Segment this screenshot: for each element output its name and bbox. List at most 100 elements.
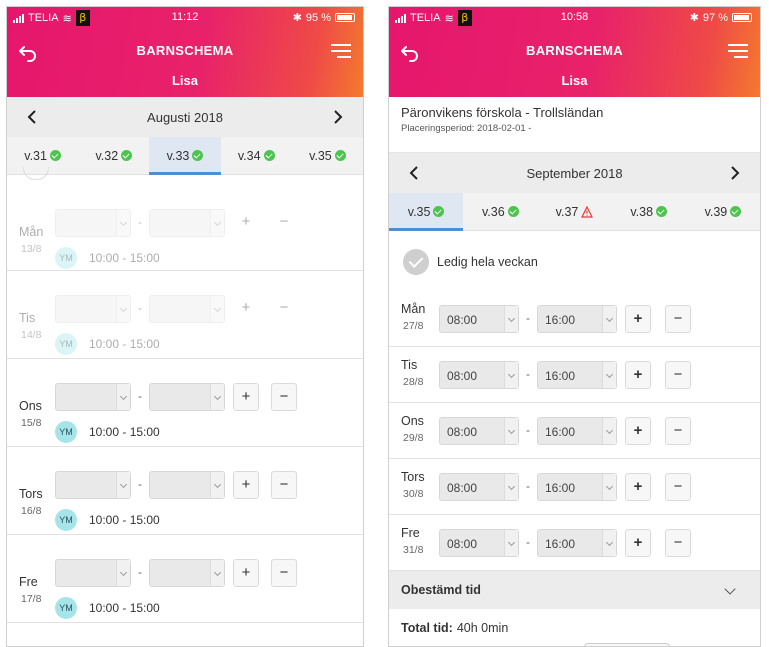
week-tab[interactable]: v.35 — [292, 137, 363, 174]
start-time-select[interactable] — [55, 295, 131, 323]
scroll-remnant — [7, 167, 363, 183]
chevron-left-icon[interactable] — [405, 163, 423, 183]
free-week-toggle[interactable]: Ledig hela veckan — [389, 231, 760, 291]
menu-icon[interactable] — [728, 43, 748, 59]
end-time-select[interactable] — [149, 559, 225, 587]
avatar: YM — [55, 247, 77, 269]
week-tab[interactable]: v.35 — [389, 193, 464, 231]
start-time-select[interactable]: 08:00 — [439, 473, 519, 501]
scheduled-time: 10:00 - 15:00 — [89, 513, 160, 527]
avatar: YM — [55, 333, 77, 355]
check-circle-icon — [192, 150, 204, 161]
save-button[interactable] — [584, 643, 670, 646]
remove-time-button[interactable]: − — [271, 471, 297, 499]
add-time-button[interactable]: + — [625, 417, 651, 445]
day-row: Fre 31/8 08:00 - 16:00 + − — [389, 515, 760, 571]
day-date: 16/8 — [21, 505, 42, 517]
month-navigator: September 2018 — [389, 153, 760, 193]
add-time-button[interactable]: + — [625, 529, 651, 557]
day-row: Tors 16/8 - + − YM 10:00 - 15:00 — [7, 447, 363, 535]
select-value: 16:00 — [545, 425, 576, 439]
month-navigator: Augusti 2018 — [7, 97, 363, 137]
chevron-left-icon[interactable] — [23, 107, 41, 127]
remove-time-button[interactable]: − — [665, 529, 691, 557]
end-time-select[interactable]: 16:00 — [537, 529, 617, 557]
day-list: Mån 27/8 08:00-16:00 + − Tis 28/8 08:00-16:00 + −… — [389, 291, 760, 571]
start-time-select[interactable]: 08:00 — [439, 305, 519, 333]
add-time-button[interactable]: + — [233, 559, 259, 587]
day-name: Tors — [19, 487, 43, 501]
chevron-down-icon — [602, 530, 616, 556]
start-time-select[interactable] — [55, 559, 131, 587]
time-separator: - — [138, 477, 142, 491]
week-label: v.33 — [166, 148, 190, 163]
end-time-select[interactable]: 16:00 — [537, 417, 617, 445]
end-time-select[interactable]: 16:00 — [537, 473, 617, 501]
remove-time-button[interactable]: − — [665, 305, 691, 333]
scheduled-time: 10:00 - 15:00 — [89, 337, 160, 351]
week-tab[interactable]: v.34 — [221, 137, 292, 174]
month-label: September 2018 — [526, 165, 623, 181]
remove-time-button[interactable]: − — [271, 209, 297, 237]
day-row-content: Tors 16/8 - + − YM 10:00 - 15:00 — [7, 447, 363, 534]
end-time-select[interactable] — [149, 295, 225, 323]
menu-icon[interactable] — [331, 43, 351, 59]
add-time-button[interactable]: + — [233, 295, 259, 323]
week-tab[interactable]: v.32 — [78, 137, 149, 174]
week-tab[interactable]: v.37 — [537, 193, 611, 230]
end-time-select[interactable]: 16:00 — [537, 361, 617, 389]
end-time-select[interactable] — [149, 209, 225, 237]
start-time-select[interactable]: 08:00 — [439, 417, 519, 445]
add-time-button[interactable]: + — [233, 209, 259, 237]
add-time-button[interactable]: + — [233, 471, 259, 499]
battery-percent: 97 % — [702, 11, 728, 24]
end-time-select[interactable] — [149, 383, 225, 411]
check-circle-icon — [49, 150, 61, 161]
start-time-select[interactable] — [55, 471, 131, 499]
select-value: 16:00 — [545, 369, 576, 383]
remove-time-button[interactable]: − — [665, 473, 691, 501]
child-name[interactable]: Lisa — [7, 73, 363, 88]
day-row: Mån 27/8 08:00 - 16:00 + − — [389, 291, 760, 347]
add-time-button[interactable]: + — [625, 473, 651, 501]
time-separator: - — [526, 479, 530, 493]
add-time-button[interactable]: + — [625, 305, 651, 333]
week-tab[interactable]: v.38 — [612, 193, 686, 230]
week-tab[interactable]: v.39 — [686, 193, 760, 230]
chevron-right-icon[interactable] — [329, 107, 347, 127]
start-time-select[interactable]: 08:00 — [439, 361, 519, 389]
remove-time-button[interactable]: − — [665, 361, 691, 389]
day-name: Fre — [19, 575, 38, 589]
time-separator: - — [526, 367, 530, 381]
week-tab[interactable]: v.33 — [149, 137, 221, 175]
day-date: 17/8 — [21, 593, 42, 605]
chevron-down-icon[interactable] — [724, 583, 736, 595]
remove-time-button[interactable]: − — [271, 383, 297, 411]
time-separator: - — [526, 423, 530, 437]
remove-time-button[interactable]: − — [271, 295, 297, 323]
chevron-down-icon — [504, 306, 518, 332]
check-circle-icon[interactable] — [403, 249, 429, 275]
check-circle-icon — [263, 150, 275, 161]
placement-period: Placeringsperiod: 2018-02-01 - — [401, 123, 532, 134]
chevron-right-icon[interactable] — [726, 163, 744, 183]
phone-screen-left: TELIA ≋ β 11:12 ✱ 95 % BARNSCHEMA Lisa A… — [6, 6, 364, 647]
week-tabs: v.31 v.32 v.33 v.34 v.35 — [7, 137, 363, 175]
school-name: Päronvikens förskola - Trollsländan — [401, 105, 604, 120]
chevron-down-icon — [116, 560, 130, 586]
avatar: YM — [55, 597, 77, 619]
end-time-select[interactable]: 16:00 — [537, 305, 617, 333]
start-time-select[interactable] — [55, 209, 131, 237]
check-circle-icon — [730, 206, 742, 217]
undetermined-time-section[interactable]: Obestämd tid — [389, 571, 760, 609]
add-time-button[interactable]: + — [625, 361, 651, 389]
add-time-button[interactable]: + — [233, 383, 259, 411]
start-time-select[interactable] — [55, 383, 131, 411]
remove-time-button[interactable]: − — [665, 417, 691, 445]
week-tab[interactable]: v.36 — [463, 193, 537, 230]
remove-time-button[interactable]: − — [271, 559, 297, 587]
start-time-select[interactable]: 08:00 — [439, 529, 519, 557]
status-bar: TELIA ≋ β 10:58 ✱ 97 % — [389, 7, 760, 27]
end-time-select[interactable] — [149, 471, 225, 499]
child-name[interactable]: Lisa — [389, 73, 760, 88]
